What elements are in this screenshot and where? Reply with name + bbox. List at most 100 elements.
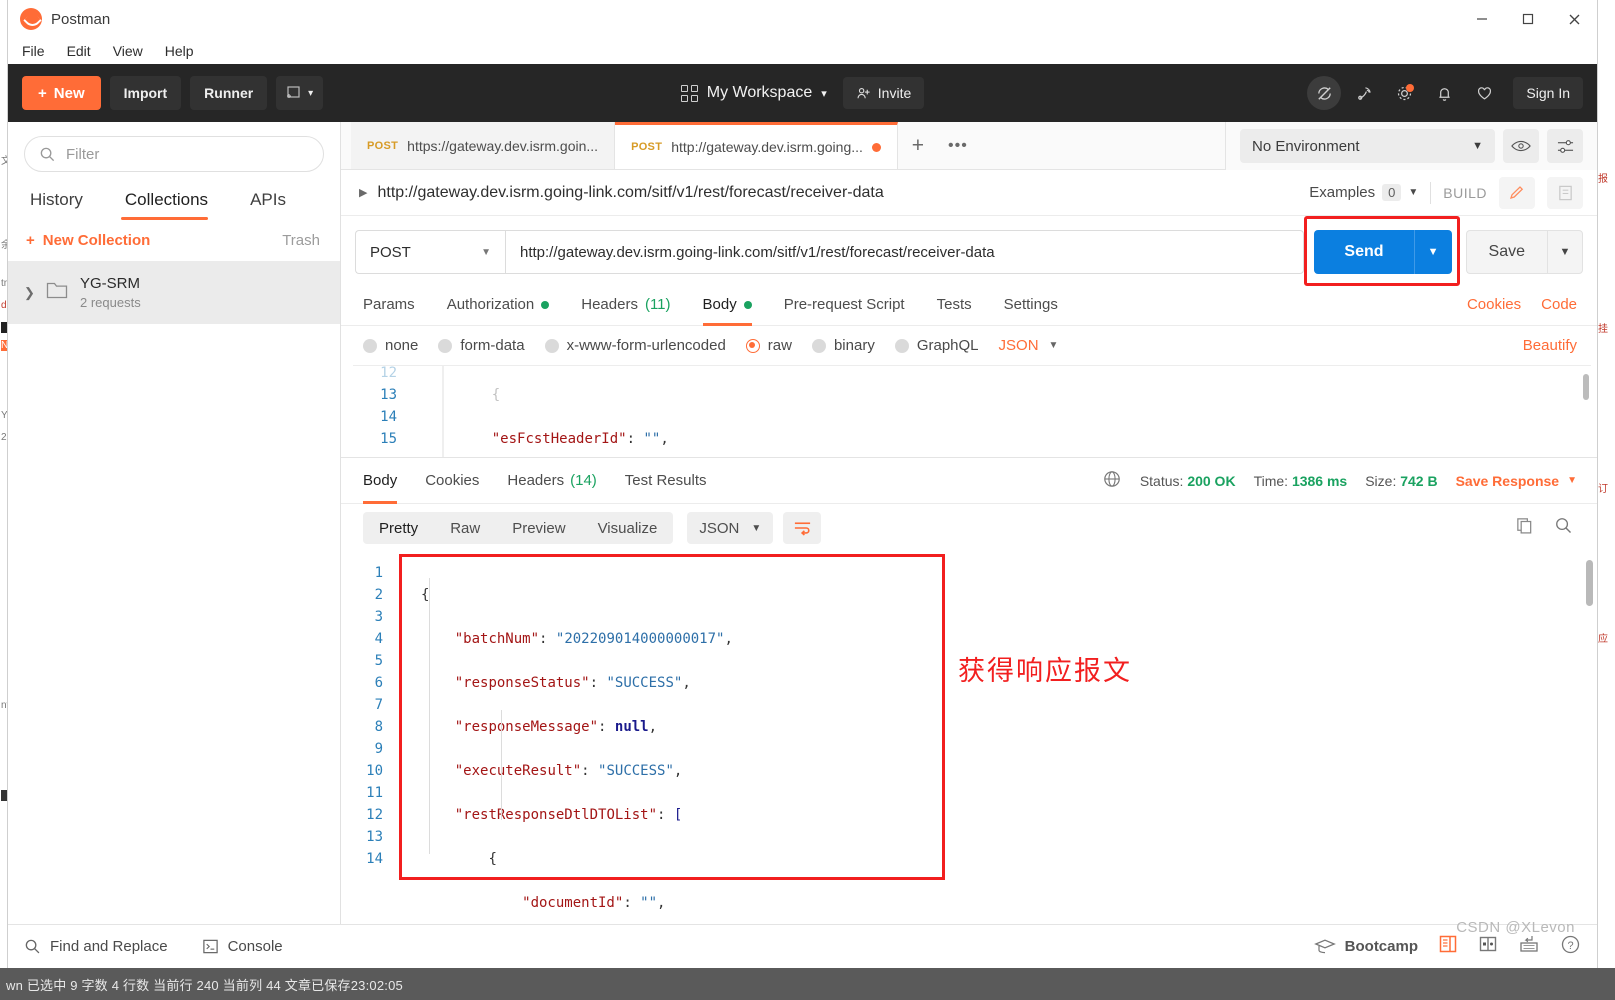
request-tab-1[interactable]: POST https://gateway.dev.isrm.goin... [351, 122, 616, 169]
response-body-code[interactable]: { "batchNum": "202209014000000017", "res… [411, 552, 1597, 924]
response-tab-cookies[interactable]: Cookies [411, 458, 493, 504]
examples-selector[interactable]: Examples 0 ▼ [1309, 184, 1418, 201]
filter-box[interactable]: Filter [24, 136, 324, 172]
documentation-icon[interactable] [1547, 176, 1583, 209]
view-mode-raw[interactable]: Raw [434, 512, 496, 544]
request-tab-2[interactable]: POST http://gateway.dev.isrm.going... [615, 122, 898, 169]
sidebar-tab-apis[interactable]: APIs [244, 182, 300, 220]
eye-icon[interactable] [1503, 129, 1539, 163]
request-body-editor[interactable]: 12 13 14 15 { "esFcstHeaderId": "", "esF… [353, 365, 1591, 457]
tab-body[interactable]: Body [687, 284, 768, 326]
response-format-selector[interactable]: JSON ▼ [687, 512, 774, 544]
resp-val-5: "SUCCESS" [598, 763, 674, 779]
tab-options-button[interactable]: ••• [938, 122, 978, 169]
menu-bar: File Edit View Help [8, 38, 1597, 64]
save-options-button[interactable]: ▼ [1547, 230, 1583, 274]
two-pane-icon[interactable] [1438, 934, 1458, 959]
search-icon[interactable] [1554, 516, 1573, 540]
filter-input[interactable]: Filter [66, 146, 99, 163]
plus-icon: + [26, 232, 35, 249]
tab-headers[interactable]: Headers (11) [565, 284, 686, 326]
code-link[interactable]: Code [1541, 296, 1577, 313]
send-options-button[interactable]: ▼ [1413, 230, 1452, 274]
chevron-right-icon[interactable]: ❯ [24, 285, 35, 301]
heart-icon[interactable] [1467, 76, 1501, 110]
word-wrap-icon[interactable] [783, 512, 822, 544]
split-pane-icon[interactable] [1478, 934, 1498, 959]
raw-format-selector[interactable]: JSON ▼ [999, 337, 1059, 354]
save-button[interactable]: Save [1465, 230, 1547, 274]
sign-in-button[interactable]: Sign In [1513, 77, 1583, 109]
trash-button[interactable]: Trash [282, 232, 320, 249]
menu-item-file[interactable]: File [22, 43, 45, 59]
sidebar-tab-collections[interactable]: Collections [119, 182, 222, 220]
minimize-icon[interactable] [1459, 0, 1505, 38]
body-type-form-data[interactable]: form-data [438, 337, 525, 354]
sliders-icon[interactable] [1547, 129, 1583, 163]
menu-item-edit[interactable]: Edit [67, 43, 91, 59]
satellite-icon[interactable] [1347, 76, 1381, 110]
import-button[interactable]: Import [109, 76, 182, 110]
view-mode-pretty[interactable]: Pretty [363, 512, 434, 544]
request-body-code[interactable]: { "esFcstHeaderId": "", "esFcstNum": "22… [443, 366, 1591, 457]
gear-icon[interactable] [1387, 76, 1421, 110]
menu-item-help[interactable]: Help [165, 43, 194, 59]
view-mode-visualize[interactable]: Visualize [582, 512, 674, 544]
environment-selector[interactable]: No Environment ▼ [1240, 129, 1495, 163]
menu-item-view[interactable]: View [113, 43, 143, 59]
sidebar-tab-history[interactable]: History [24, 182, 97, 220]
build-label[interactable]: BUILD [1443, 185, 1487, 201]
url-input[interactable]: http://gateway.dev.isrm.going-link.com/s… [505, 230, 1305, 274]
sync-off-icon[interactable] [1307, 76, 1342, 110]
new-window-button[interactable]: ▾ [276, 76, 324, 110]
url-bar: POST ▼ http://gateway.dev.isrm.going-lin… [341, 216, 1597, 286]
body-type-binary[interactable]: binary [811, 337, 875, 354]
body-type-graphql[interactable]: GraphQL [894, 337, 979, 354]
method-selector[interactable]: POST ▼ [355, 230, 505, 274]
copy-icon[interactable] [1515, 516, 1534, 540]
collection-item-yg-srm[interactable]: ❯ YG-SRM 2 requests [8, 261, 340, 324]
console-icon [202, 939, 218, 954]
bootcamp-button[interactable]: Bootcamp [1313, 938, 1418, 955]
response-tab-headers[interactable]: Headers (14) [493, 458, 610, 504]
chevron-right-icon[interactable]: ▶ [359, 186, 367, 199]
find-and-replace-button[interactable]: Find and Replace [24, 938, 168, 955]
close-icon[interactable] [1551, 0, 1597, 38]
response-size-value: 742 B [1400, 472, 1438, 489]
sidebar-actions: + New Collection Trash [8, 220, 340, 261]
tab-settings[interactable]: Settings [988, 284, 1074, 326]
body-type-urlencoded[interactable]: x-www-form-urlencoded [544, 337, 726, 354]
resp-trail-4: , [648, 719, 658, 735]
tab-authorization[interactable]: Authorization [431, 284, 566, 326]
body-type-raw[interactable]: raw [745, 337, 792, 354]
resp-linenum-1: 1 [374, 565, 383, 581]
tab-pre-request-script[interactable]: Pre-request Script [768, 284, 921, 326]
new-button[interactable]: + New [22, 76, 101, 110]
console-button[interactable]: Console [202, 938, 283, 955]
help-icon[interactable]: ? [1560, 934, 1581, 960]
response-scrollbar[interactable] [1586, 560, 1593, 606]
save-response-button[interactable]: Save Response ▼ [1456, 473, 1577, 489]
tab-tests[interactable]: Tests [921, 284, 988, 326]
response-body[interactable]: 1 2 3 4 5 6 7 8 9 10 11 12 13 14 {"batc… [341, 552, 1597, 924]
invite-button[interactable]: Invite [842, 77, 925, 109]
response-tab-test-results[interactable]: Test Results [611, 458, 721, 504]
keyboard-icon[interactable] [1518, 934, 1540, 959]
new-collection-button[interactable]: + New Collection [26, 232, 150, 249]
edit-pencil-icon[interactable] [1499, 176, 1535, 209]
response-tab-body[interactable]: Body [355, 458, 411, 504]
body-type-none[interactable]: none [363, 337, 418, 354]
cookies-link[interactable]: Cookies [1467, 296, 1521, 313]
new-tab-button[interactable]: + [898, 122, 938, 169]
beautify-link[interactable]: Beautify [1523, 337, 1583, 354]
runner-button[interactable]: Runner [190, 76, 268, 110]
window-title: Postman [51, 10, 111, 28]
send-button[interactable]: Send [1314, 230, 1414, 274]
resp-val-4: null [614, 719, 649, 735]
workspace-selector[interactable]: My Workspace ▾ [680, 84, 827, 102]
request-scrollbar[interactable] [1583, 374, 1589, 400]
maximize-icon[interactable] [1505, 0, 1551, 38]
view-mode-preview[interactable]: Preview [496, 512, 581, 544]
tab-params[interactable]: Params [355, 284, 431, 326]
bell-icon[interactable] [1427, 76, 1461, 110]
